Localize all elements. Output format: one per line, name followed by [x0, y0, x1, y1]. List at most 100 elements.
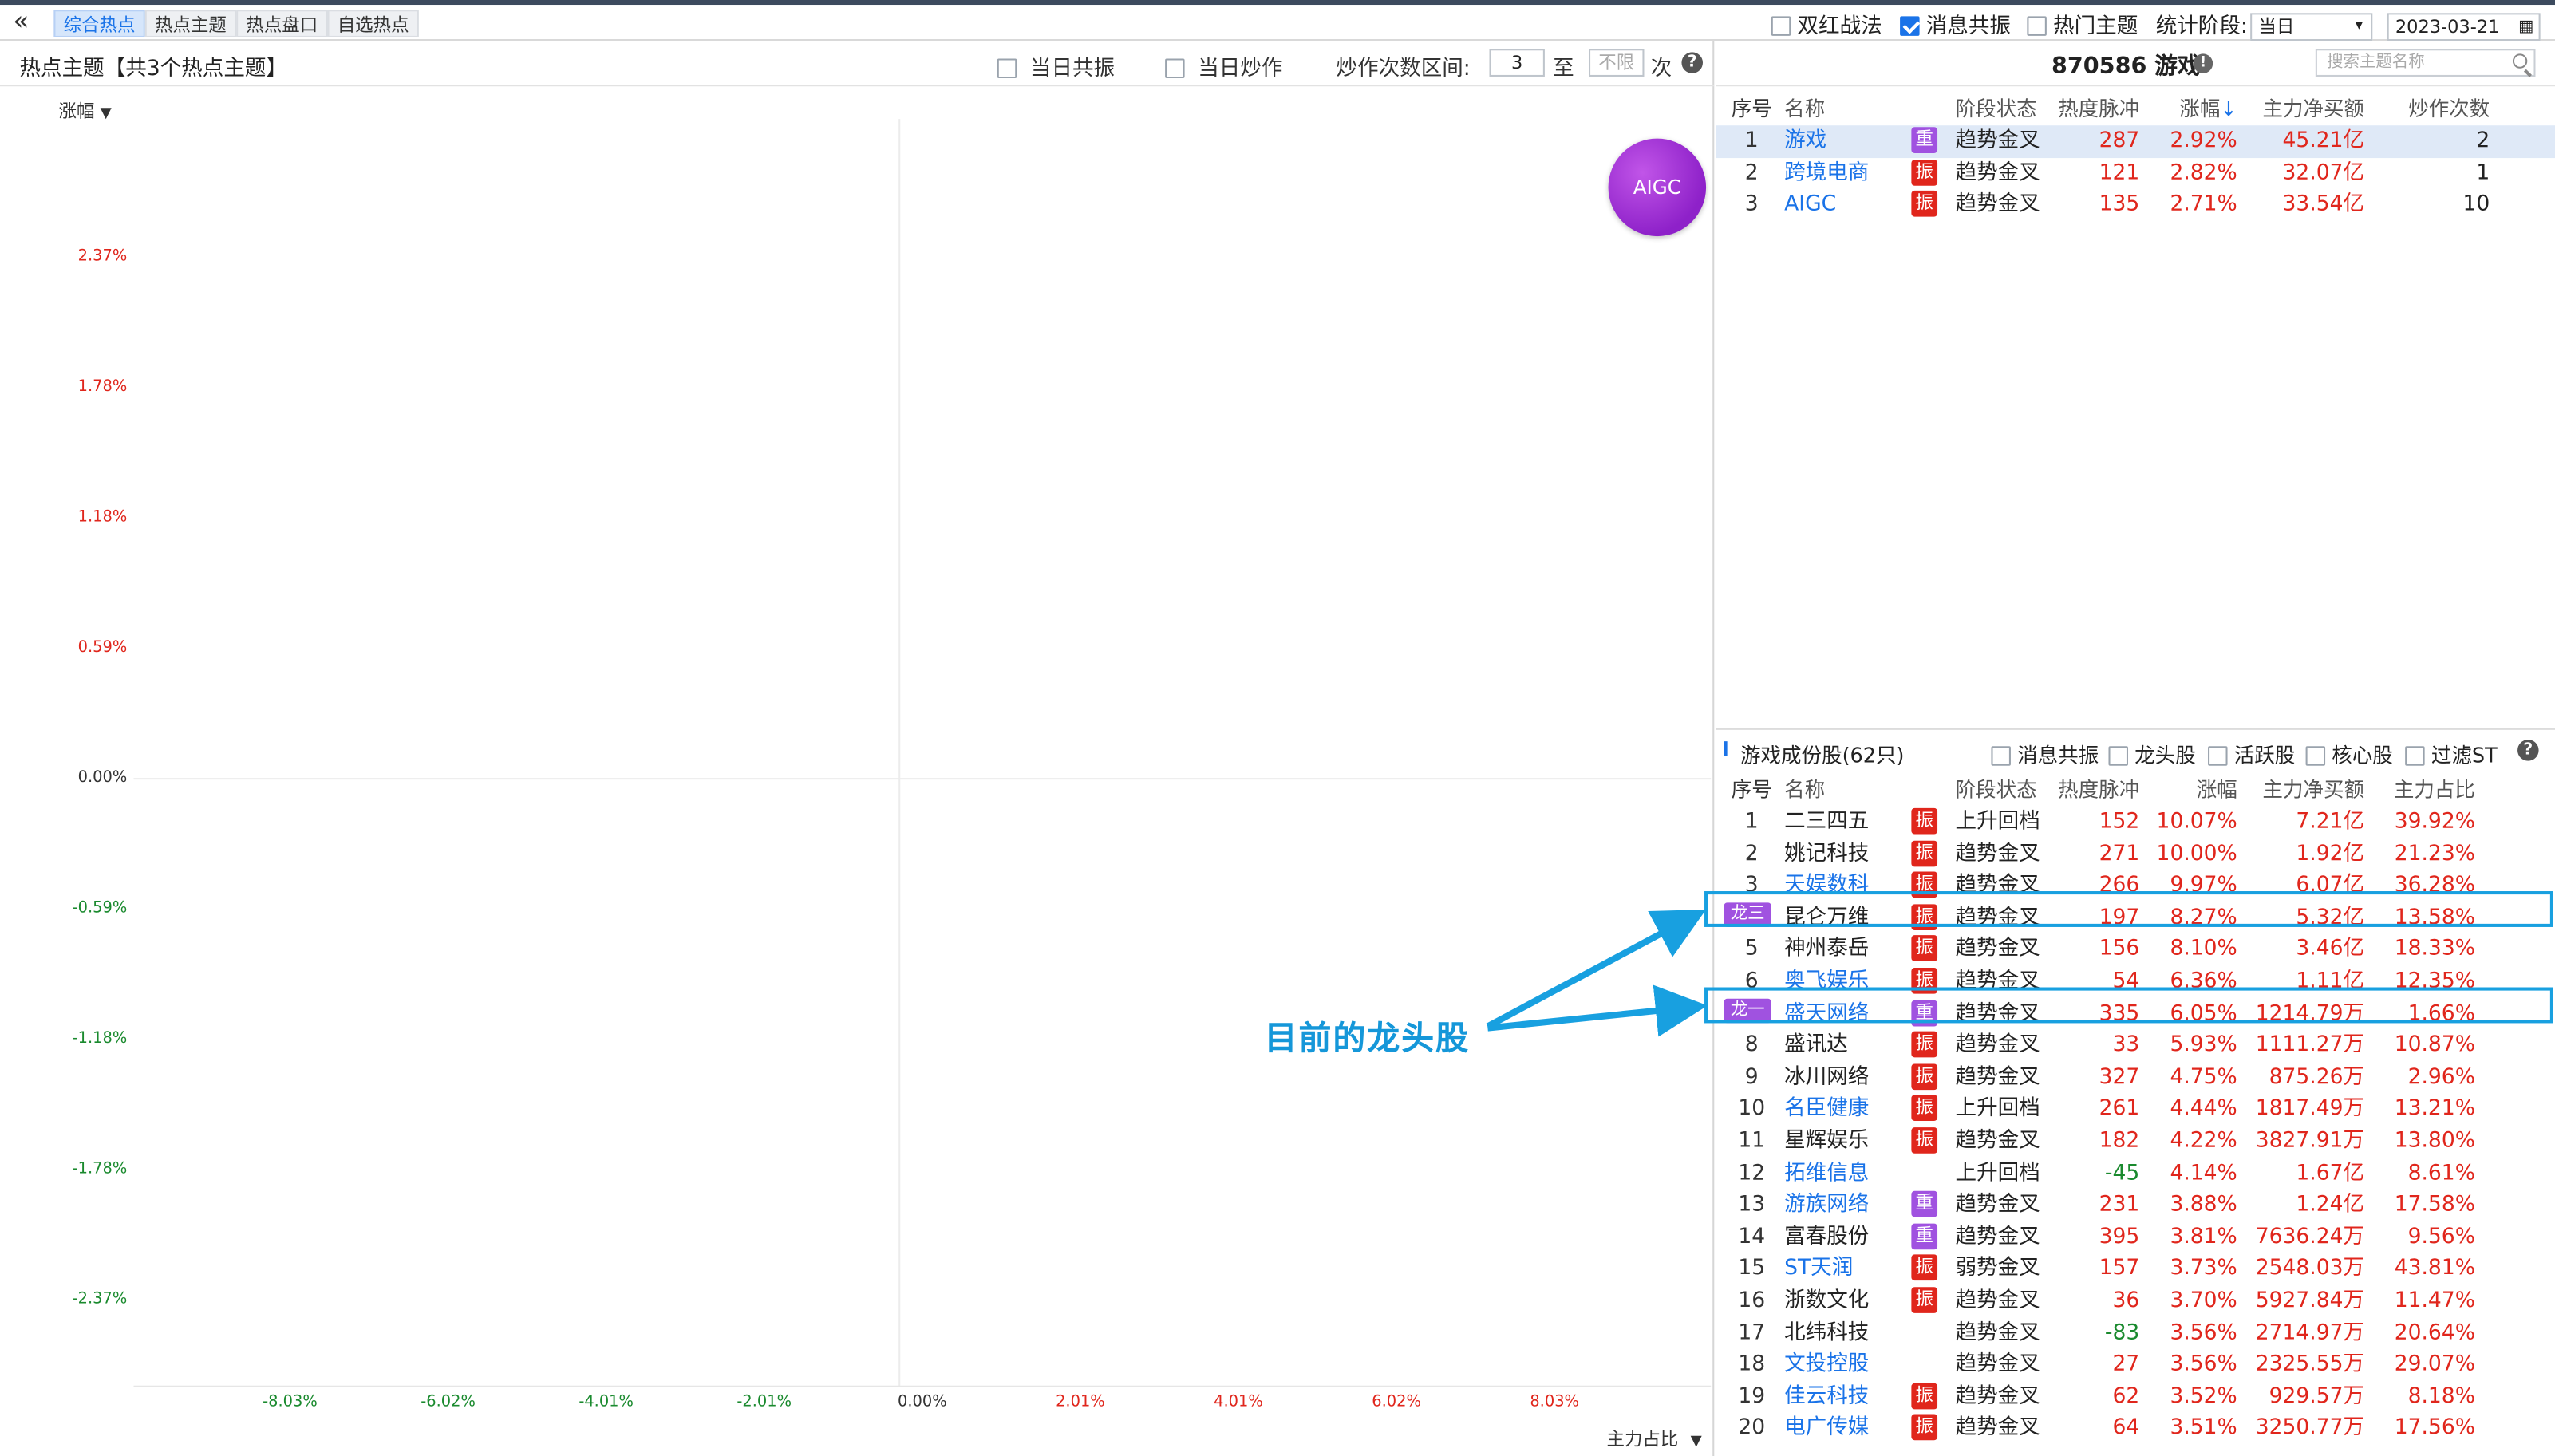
stock-name[interactable]: 名臣健康: [1784, 1094, 1869, 1125]
date-picker[interactable]: 2023-03-21 ▦: [2387, 13, 2541, 41]
theme-row[interactable]: 3 AIGC 振趋势金叉 135 2.71% 33.54亿 10: [1716, 189, 2555, 221]
component-row[interactable]: 10 名臣健康 振上升回档 261 4.44% 1817.49万 13.21%: [1716, 1094, 2555, 1126]
same-day-resonance-option[interactable]: 当日共振: [997, 50, 1115, 81]
tab-hot-theme[interactable]: 热点主题: [144, 10, 237, 37]
main-force-ratio: 11.47%: [2394, 1288, 2475, 1313]
row-index: 1: [1744, 128, 1759, 153]
filter-st-option[interactable]: 过滤ST: [2405, 738, 2498, 769]
same-day-hype-option[interactable]: 当日炒作: [1165, 50, 1282, 81]
y-tick-label: 0.59%: [77, 638, 128, 657]
stock-name[interactable]: 二三四五: [1784, 807, 1869, 838]
stock-name[interactable]: 神州泰岳: [1784, 934, 1869, 965]
stock-name[interactable]: 星辉娱乐: [1784, 1126, 1869, 1157]
component-row[interactable]: 16 浙数文化 振趋势金叉 36 3.70% 5927.84万 11.47%: [1716, 1285, 2555, 1317]
core-checkbox[interactable]: [2305, 746, 2326, 766]
active-checkbox[interactable]: [2208, 746, 2228, 766]
theme-row[interactable]: 2 跨境电商 振趋势金叉 121 2.82% 32.07亿 1: [1716, 157, 2555, 189]
status-badge: 振: [1911, 1255, 1938, 1281]
stock-name[interactable]: 文投控股: [1784, 1349, 1869, 1380]
net-buy-amount: 3827.91万: [2255, 1129, 2365, 1154]
heat-pulse: 135: [2099, 192, 2140, 217]
component-row[interactable]: 19 佳云科技 振趋势金叉 62 3.52% 929.57万 8.18%: [1716, 1381, 2555, 1413]
net-buy-amount: 929.57万: [2269, 1384, 2365, 1410]
component-row[interactable]: 1 二三四五 振上升回档 152 10.07% 7.21亿 39.92%: [1716, 807, 2555, 838]
theme-name-link[interactable]: AIGC: [1784, 189, 1836, 220]
component-row[interactable]: 5 神州泰岳 振趋势金叉 156 8.10% 3.46亿 18.33%: [1716, 934, 2555, 966]
range-from-input[interactable]: 3: [1489, 49, 1545, 77]
net-buy-amount: 1817.49万: [2255, 1097, 2365, 1122]
component-row[interactable]: 17 北纬科技 趋势金叉 -83 3.56% 2714.97万 20.64%: [1716, 1317, 2555, 1349]
net-buy-amount: 2714.97万: [2255, 1320, 2365, 1345]
theme-name-link[interactable]: 跨境电商: [1784, 157, 1869, 188]
row-index: 20: [1738, 1416, 1766, 1442]
heat-pulse: 62: [2112, 1384, 2140, 1410]
search-icon[interactable]: [2512, 53, 2528, 69]
status-badge: 振: [1911, 1287, 1938, 1313]
help-icon[interactable]: ?: [2517, 740, 2539, 761]
active-option[interactable]: 活跃股: [2208, 738, 2295, 769]
chart-canvas: [133, 119, 1712, 1387]
dragon-checkbox[interactable]: [2108, 746, 2128, 766]
help-icon[interactable]: ?: [1681, 52, 1703, 73]
aigc-bubble[interactable]: AIGC: [1608, 138, 1707, 237]
same-day-resonance-checkbox[interactable]: [997, 58, 1017, 79]
tab-hot-market[interactable]: 热点盘口: [236, 10, 328, 37]
stage-status: 趋势金叉: [1955, 1320, 2040, 1345]
tab-custom-hotspot[interactable]: 自选热点: [327, 10, 419, 37]
stock-name[interactable]: 浙数文化: [1784, 1285, 1869, 1316]
stock-name[interactable]: 佳云科技: [1784, 1381, 1869, 1412]
same-day-hype-checkbox[interactable]: [1165, 58, 1185, 79]
stock-name[interactable]: 姚记科技: [1784, 838, 1869, 870]
component-row[interactable]: 9 冰川网络 振趋势金叉 327 4.75% 875.26万 2.96%: [1716, 1062, 2555, 1094]
stage-status: 趋势金叉: [1955, 1352, 2040, 1377]
filter-st-checkbox[interactable]: [2405, 746, 2425, 766]
component-row[interactable]: 14 富春股份 重趋势金叉 395 3.81% 7636.24万 9.56%: [1716, 1221, 2555, 1253]
row-index: 18: [1738, 1352, 1766, 1377]
calendar-icon[interactable]: ▦: [2518, 14, 2533, 39]
component-row[interactable]: 13 游族网络 重趋势金叉 231 3.88% 1.24亿 17.58%: [1716, 1190, 2555, 1221]
stock-name[interactable]: 冰川网络: [1784, 1062, 1869, 1093]
core-option[interactable]: 核心股: [2305, 738, 2393, 769]
component-row[interactable]: 20 电广传媒 振趋势金叉 64 3.51% 3250.77万 17.56%: [1716, 1413, 2555, 1445]
info-icon[interactable]: !: [2193, 53, 2213, 73]
stock-name[interactable]: 富春股份: [1784, 1221, 1869, 1253]
component-row[interactable]: 11 星辉娱乐 振趋势金叉 182 4.22% 3827.91万 13.80%: [1716, 1126, 2555, 1158]
x-axis-selector[interactable]: 主力占比 ▼: [1607, 1426, 1702, 1452]
comp-news-checkbox[interactable]: [1991, 746, 2011, 766]
net-buy-amount: 33.54亿: [2282, 192, 2365, 217]
news-resonance-checkbox[interactable]: [1900, 16, 1920, 36]
component-row[interactable]: 15 ST天润 振弱势金叉 157 3.73% 2548.03万 43.81%: [1716, 1253, 2555, 1285]
theme-name-link[interactable]: 游戏: [1784, 125, 1826, 156]
hot-theme-checkbox[interactable]: [2027, 16, 2047, 36]
stock-name[interactable]: 电广传媒: [1784, 1413, 1869, 1444]
status-badge: 重: [1911, 1191, 1938, 1217]
stock-name[interactable]: ST天润: [1784, 1253, 1853, 1284]
heat-pulse: 121: [2099, 160, 2140, 185]
main-force-ratio: 10.87%: [2394, 1033, 2475, 1058]
stock-name[interactable]: 游族网络: [1784, 1190, 1869, 1221]
stock-name[interactable]: 盛讯达: [1784, 1030, 1848, 1061]
component-row[interactable]: 8 盛讯达 振趋势金叉 33 5.93% 1111.27万 10.87%: [1716, 1030, 2555, 1062]
stock-name[interactable]: 拓维信息: [1784, 1158, 1869, 1189]
hype-count: 2: [2476, 128, 2490, 153]
net-buy-amount: 45.21亿: [2282, 128, 2365, 153]
range-to-input[interactable]: 不限: [1589, 49, 1645, 77]
stock-name[interactable]: 北纬科技: [1784, 1317, 1869, 1348]
double-red-checkbox[interactable]: [1771, 16, 1791, 36]
comp-news-option[interactable]: 消息共振: [1991, 738, 2099, 769]
theme-search-input[interactable]: 搜索主题名称: [2315, 49, 2536, 77]
collapse-icon[interactable]: «: [13, 7, 45, 37]
dragon-option[interactable]: 龙头股: [2108, 738, 2196, 769]
stat-period-select[interactable]: 当日 ▾: [2250, 13, 2373, 41]
sort-by-pct-header[interactable]: 涨幅↓: [2153, 91, 2237, 122]
component-row[interactable]: 12 拓维信息 上升回档 -45 4.14% 1.67亿 8.61%: [1716, 1158, 2555, 1190]
net-buy-amount: 7.21亿: [2296, 809, 2365, 835]
heat-pulse: 287: [2099, 128, 2140, 153]
theme-row[interactable]: 1 游戏 重趋势金叉 287 2.92% 45.21亿 2: [1716, 125, 2555, 158]
pct-change: 10.07%: [2156, 809, 2237, 835]
theme-table-header: 序号 名称 阶段状态 热度脉冲 涨幅↓ 主力净买额 炒作次数: [1716, 88, 2555, 120]
component-row[interactable]: 18 文投控股 趋势金叉 27 3.56% 2325.55万 29.07%: [1716, 1349, 2555, 1381]
component-row[interactable]: 2 姚记科技 振趋势金叉 271 10.00% 1.92亿 21.23%: [1716, 838, 2555, 870]
tab-comprehensive-hotspot[interactable]: 综合热点: [53, 10, 145, 37]
status-badge: 振: [1911, 191, 1938, 217]
